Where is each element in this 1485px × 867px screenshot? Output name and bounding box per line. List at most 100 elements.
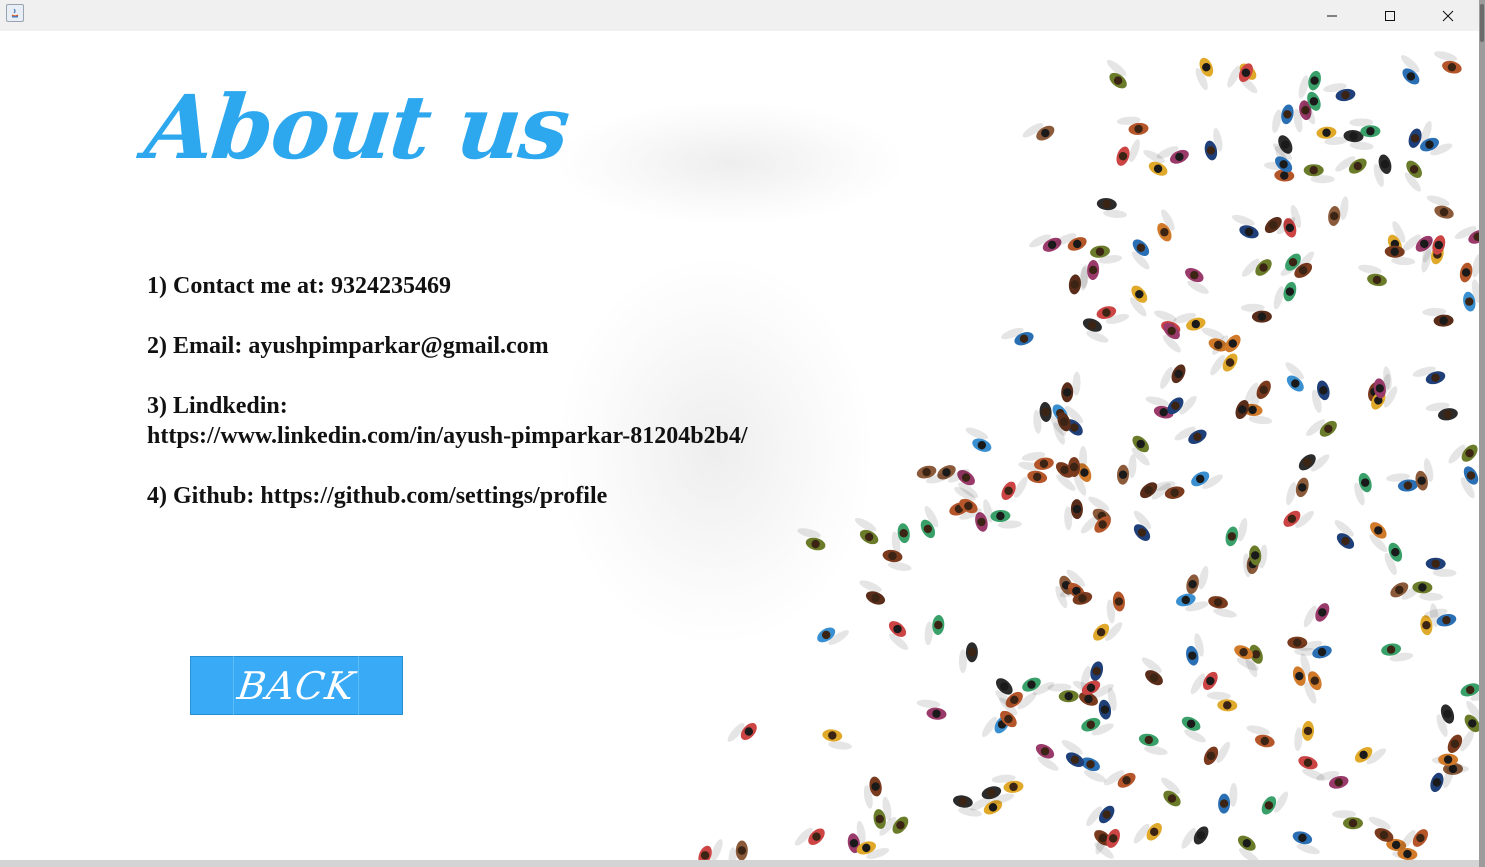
crowd-person (1129, 285, 1148, 317)
crowd-person (916, 465, 950, 484)
crowd-person (1001, 327, 1034, 346)
crowd-person (1454, 226, 1479, 244)
back-button-label: BACK (234, 663, 359, 708)
crowd-person (1358, 264, 1387, 287)
crowd-person (797, 528, 826, 551)
crowd-person (1460, 466, 1479, 499)
crowd-person (1138, 733, 1168, 755)
minimize-icon (1327, 15, 1337, 16)
edge-thumb (1480, 4, 1484, 42)
email-line: 2) Email: ayushpimparkar@gmail.com (147, 333, 549, 359)
crowd-person (1273, 281, 1297, 310)
crowd-person (1181, 716, 1206, 743)
crowd-person (1231, 214, 1259, 239)
crowd-person (1204, 128, 1223, 161)
crowd-person (1157, 209, 1175, 242)
crowd-person (1436, 704, 1455, 737)
crowd-person (1208, 596, 1237, 618)
crowd-person (1054, 233, 1087, 251)
crowd-person (1022, 677, 1055, 696)
crowd-person (1334, 520, 1355, 549)
crowd-person (1400, 55, 1420, 85)
crowd-person (1354, 747, 1387, 765)
crowd-person (1426, 195, 1454, 219)
crowd-person (1328, 196, 1349, 226)
crowd-person (1225, 517, 1248, 547)
crowd-person (822, 729, 853, 750)
crowd-person (1237, 835, 1260, 860)
crowd-person (1430, 765, 1454, 793)
crowd-person (1422, 307, 1454, 327)
crowd-person (1246, 725, 1275, 748)
crowd-person (1373, 154, 1392, 187)
crowd-person (1033, 402, 1052, 434)
back-button[interactable]: BACK (190, 656, 403, 715)
crowd-person (863, 776, 882, 809)
close-button[interactable] (1419, 0, 1477, 31)
crowd-person (1140, 482, 1171, 500)
crowd-person (1093, 622, 1123, 641)
crowd-person (1294, 720, 1315, 752)
crowd-person (817, 627, 849, 645)
crowd-person (1332, 810, 1363, 830)
crowd-person (1381, 643, 1414, 662)
window-right-edge (1479, 0, 1485, 867)
crowd-person (1311, 380, 1330, 413)
crowd-person (1133, 823, 1162, 844)
crowd-person (1174, 426, 1207, 445)
crowd-person (1335, 156, 1367, 174)
crowd-person (1323, 83, 1356, 102)
crowd-person (1292, 831, 1320, 855)
crowd-person (1160, 364, 1186, 389)
crowd-person (1035, 744, 1059, 771)
crowd-person (1298, 454, 1330, 472)
contact-line: 1) Contact me at: 9324235469 (147, 273, 451, 299)
crowd-person (1162, 322, 1181, 353)
crowd-person (854, 517, 879, 545)
crowd-person (1186, 565, 1209, 595)
crowd-person (1464, 700, 1479, 733)
crowd-person (698, 839, 723, 860)
linkedin-label: 3) Lindkedin: (147, 393, 288, 419)
crowd-person (1425, 557, 1457, 577)
crowd-person (1064, 499, 1083, 531)
crowd-person (1181, 826, 1209, 849)
crowd-person (1354, 472, 1372, 506)
crowd-person (1298, 756, 1325, 780)
window-titlebar (0, 0, 1479, 31)
close-icon (1442, 10, 1454, 21)
crowd-person (1306, 419, 1337, 437)
crowd-person (1086, 805, 1115, 827)
about-panel: About us 1) Contact me at: 9324235469 2)… (0, 31, 1479, 860)
crowd-person (859, 580, 886, 605)
crowd-person (1261, 791, 1289, 815)
crowd-person (1286, 477, 1309, 506)
window-bottom-edge (0, 860, 1479, 867)
crowd-person (1412, 581, 1444, 601)
maximize-button[interactable] (1361, 0, 1419, 31)
crowd-person (1195, 57, 1214, 91)
crowd-person (1241, 258, 1272, 277)
crowd-person (965, 427, 992, 452)
page-title: About us (140, 75, 573, 179)
crowd-person (1131, 239, 1150, 270)
crowd-person (1425, 402, 1458, 421)
crowd-person (1116, 116, 1149, 135)
java-app-icon (6, 4, 24, 22)
crowd-person (727, 722, 757, 742)
crowd-person (1303, 603, 1330, 628)
minimize-button[interactable] (1303, 0, 1361, 31)
crowd-person (990, 509, 1022, 529)
linkedin-url: https://www.linkedin.com/in/ayush-pimpar… (147, 423, 748, 449)
crowd-person (1106, 59, 1127, 89)
crowd-person (1191, 471, 1223, 489)
crowd-person (1186, 633, 1204, 666)
crowd-person (1206, 691, 1238, 712)
crowd-person (1022, 123, 1055, 141)
crowd-person (1272, 104, 1294, 133)
crowd-person (1061, 371, 1081, 403)
crowd-person (1386, 473, 1418, 492)
crowd-person (1303, 164, 1335, 184)
crowd-person (1001, 476, 1028, 501)
crowd-person (1096, 198, 1127, 218)
